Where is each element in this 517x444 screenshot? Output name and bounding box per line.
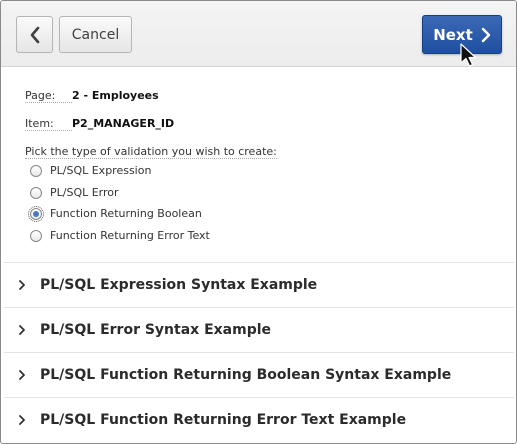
radio-button[interactable] (30, 186, 42, 199)
page-field-label: Page: (25, 89, 72, 103)
radio-label: Function Returning Boolean (50, 207, 202, 220)
chevron-left-icon (30, 26, 39, 43)
accordion-function-returning-boolean-example[interactable]: PL/SQL Function Returning Boolean Syntax… (4, 352, 514, 397)
radio-label: PL/SQL Error (50, 186, 119, 199)
wizard-dialog: Cancel Next Page: 2 - Employees Item: P2… (0, 0, 517, 444)
accordion-plsql-expression-example[interactable]: PL/SQL Expression Syntax Example (4, 262, 514, 307)
radio-option-plsql-expression[interactable]: PL/SQL Expression (30, 164, 151, 177)
radio-label: Function Returning Error Text (50, 229, 210, 242)
accordion-title: PL/SQL Function Returning Boolean Syntax… (40, 367, 452, 383)
accordion-plsql-error-example[interactable]: PL/SQL Error Syntax Example (4, 307, 514, 352)
accordion-title: PL/SQL Expression Syntax Example (40, 277, 318, 293)
validation-type-prompt: Pick the type of validation you wish to … (25, 145, 277, 159)
next-button-label: Next (433, 25, 473, 44)
chevron-right-icon (18, 415, 28, 425)
radio-label: PL/SQL Expression (50, 164, 152, 177)
chevron-right-icon (18, 280, 28, 290)
radio-option-function-returning-error-text[interactable]: Function Returning Error Text (30, 229, 210, 242)
radio-button[interactable] (30, 229, 42, 242)
chevron-right-icon (18, 370, 28, 380)
chevron-right-icon (18, 325, 28, 335)
chevron-right-icon (481, 27, 490, 42)
cancel-button-label: Cancel (71, 26, 120, 43)
accordion-function-returning-error-text-example[interactable]: PL/SQL Function Returning Error Text Exa… (4, 397, 514, 442)
accordion-title: PL/SQL Function Returning Error Text Exa… (40, 412, 407, 428)
page-field-value: 2 - Employees (72, 89, 159, 102)
radio-option-plsql-error[interactable]: PL/SQL Error (30, 186, 119, 199)
item-field-value: P2_MANAGER_ID (72, 117, 175, 130)
item-field-label: Item: (25, 117, 72, 131)
next-button[interactable]: Next (422, 15, 502, 54)
radio-button[interactable] (30, 164, 42, 177)
radio-option-function-returning-boolean[interactable]: Function Returning Boolean (28, 205, 202, 222)
item-field: Item: P2_MANAGER_ID (25, 117, 174, 131)
wizard-toolbar: Cancel Next (1, 1, 516, 67)
page-field: Page: 2 - Employees (25, 89, 159, 103)
radio-button-selected[interactable] (28, 205, 44, 222)
cancel-button[interactable]: Cancel (59, 16, 132, 53)
accordion-title: PL/SQL Error Syntax Example (40, 322, 272, 338)
back-button[interactable] (16, 16, 53, 53)
